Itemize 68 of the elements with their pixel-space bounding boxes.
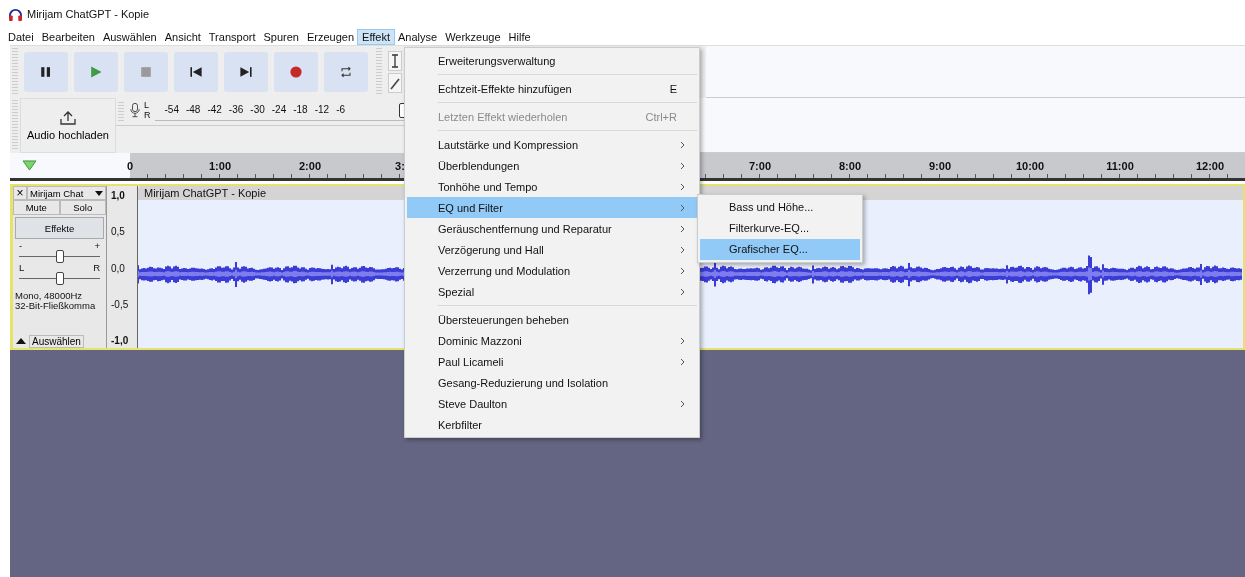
menu-bar-item[interactable]: Analyse (394, 29, 442, 44)
time-label: 2:00 (299, 159, 321, 172)
mute-button[interactable]: Mute (13, 200, 60, 215)
menu-bar-item[interactable]: Erzeugen (302, 29, 359, 44)
clip-title: Mirijam ChatGPT - Kopie (144, 187, 267, 199)
meter-tick-label: -12 (314, 104, 330, 115)
amplitude-label: 0,5 (111, 226, 126, 238)
time-label: 11:00 (1106, 159, 1134, 172)
menu-bar-item[interactable]: Bearbeiten (37, 29, 99, 44)
meter-tick-label: -6 (336, 104, 346, 115)
menu-item[interactable]: Filterkurve-EQ... (700, 218, 860, 239)
menu-bar-item[interactable]: Datei (4, 29, 38, 44)
pan-left-label: L (19, 263, 25, 272)
track-info-text: 32-Bit-Fließkomma (15, 301, 97, 311)
menu-item[interactable]: Bass und Höhe... (700, 197, 860, 218)
meter-tick-label: -36 (228, 104, 244, 115)
effects-button[interactable]: Effekte (15, 217, 104, 239)
time-label: 3: (395, 159, 405, 172)
meter-tick-label: -54 (164, 104, 179, 115)
menu-bar-item[interactable]: Spuren (259, 29, 303, 44)
time-label: 7:00 (749, 159, 771, 172)
menu-item[interactable]: Dominic Mazzoni (407, 330, 697, 351)
meter-tick-label: -42 (207, 104, 222, 115)
menu-item[interactable]: Grafischer EQ... (700, 239, 860, 260)
pan-right-label: R (93, 263, 100, 272)
solo-button[interactable]: Solo (59, 200, 106, 215)
menu-item[interactable]: EQ und Filter (407, 197, 697, 218)
time-label: 12:00 (1195, 159, 1225, 172)
menu-bar-item[interactable]: Effekt (358, 29, 394, 44)
menu-item[interactable]: Verzögerung und Hall (407, 239, 697, 260)
menu-bar-item[interactable]: Hilfe (504, 29, 535, 44)
upload-audio-button[interactable]: Audio hochladen (20, 98, 116, 153)
time-label: 9:00 (929, 159, 951, 172)
menu-item[interactable]: Gesang-Reduzierung und Isolation (407, 372, 697, 393)
menu-item[interactable]: Steve Daulton (407, 393, 697, 414)
menu-item[interactable]: Kerbfilter (407, 414, 697, 435)
meter-tick-label: -18 (293, 104, 308, 115)
amplitude-label: -1,0 (111, 335, 130, 346)
menu-bar-item[interactable]: Transport (204, 29, 260, 44)
time-label: 1:00 (209, 159, 231, 172)
channel-label: L (144, 100, 150, 110)
amplitude-label: -0,5 (111, 298, 130, 310)
amplitude-label: 1,0 (111, 190, 126, 201)
time-label: 0 (126, 159, 134, 172)
time-label: 10:00 (1015, 159, 1045, 172)
meter-tick-label: -30 (250, 104, 265, 115)
track-name-menu[interactable]: Mirijam Chat (27, 186, 106, 200)
menu-item[interactable]: Überblendungen (407, 155, 697, 176)
menu-bar-item[interactable]: Werkzeuge (441, 29, 505, 44)
menu-item[interactable]: Verzerrung und Modulation (407, 260, 697, 281)
menu-item[interactable]: Paul Licameli (407, 351, 697, 372)
time-label: 8:00 (839, 159, 861, 172)
menu-item[interactable]: Geräuschentfernung und Reparatur (407, 218, 697, 239)
amplitude-label: 0,0 (111, 262, 126, 274)
menu-bar-item[interactable]: Auswählen (98, 29, 161, 44)
track-info-text: Mono, 48000Hz (15, 291, 84, 301)
menu-item[interactable]: Übersteuerungen beheben (407, 309, 697, 330)
window-title: Mirijam ChatGPT - Kopie (27, 8, 150, 20)
gain-plus-label: + (94, 241, 100, 250)
close-track-button[interactable]: × (13, 186, 27, 200)
meter-tick-label: -48 (185, 104, 201, 115)
select-track-button[interactable]: Auswählen (29, 334, 84, 348)
channel-label: R (144, 110, 151, 120)
menu-item[interactable]: Lautstärke und Kompression (407, 134, 697, 155)
menu-item[interactable]: Tonhöhe und Tempo (407, 176, 697, 197)
menu-bar-item[interactable]: Ansicht (160, 29, 205, 44)
meter-tick-label: -24 (271, 104, 287, 115)
gain-minus-label: - (19, 241, 23, 250)
